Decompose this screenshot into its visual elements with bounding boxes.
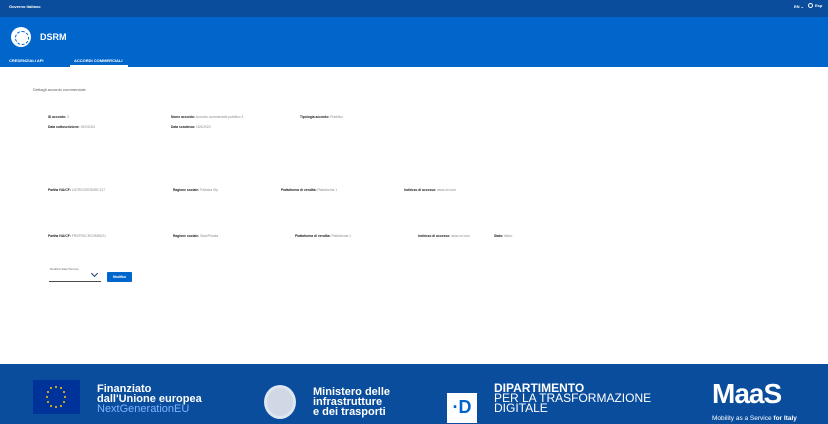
modify-button-label: Modifica — [113, 275, 126, 279]
party-2-access: Indirizzo di accesso: www.url.com — [418, 234, 470, 238]
agreement-name-label: Nome accordo: — [171, 115, 195, 119]
party-1-vat-value: LNTRDCREDMRC217 — [71, 188, 106, 192]
party-2-vat: Partita IVA/CF: FRNTRDCRCHMBG21 — [48, 234, 106, 238]
agreement-type-label: Tipologia accordo: — [300, 115, 330, 119]
agreement-type: Tipologia accordo: Pubblico — [300, 115, 343, 119]
app-title[interactable]: DSRM — [40, 32, 67, 42]
page: Governo Italiano EN ⌄ Esp DSRM CREDENZIA… — [0, 0, 828, 424]
ministry-line-3: e dei trasporti — [313, 406, 386, 418]
party-2-status-label: Stato: — [494, 234, 504, 238]
department-label: DIPARTIMENTO PER LA TRASFORMAZIONE DIGIT… — [494, 382, 651, 414]
maas-tagline: Mobility as a Service for Italy — [712, 415, 797, 422]
agreement-id-label: ID accordo: — [48, 115, 67, 119]
agreement-name: Nome accordo: Accordo commerciale pubbli… — [171, 115, 243, 119]
party-1-company-label: Ragione sociale: — [173, 188, 200, 192]
party-1-vat: Partita IVA/CF: LNTRDCREDMRC217 — [48, 188, 105, 192]
party-1-company: Ragione sociale: Palestra Sty — [173, 188, 218, 192]
party-2-company-label: Ragione sociale: — [173, 234, 200, 238]
agreement-name-value: Accordo commerciale pubblico 3 — [195, 115, 244, 119]
agreement-type-value: Pubblico — [330, 115, 344, 119]
party-2-company: Ragione sociale: StarkPrivata — [173, 234, 218, 238]
ministry-label: Ministero delle infrastrutture e dei tra… — [313, 387, 390, 418]
party-1-access: Indirizzo di accesso: www.url.com — [404, 188, 456, 192]
party-2-platform-label: Piattaforma di vendita: — [295, 234, 331, 238]
signing-date-value: 19/2/2024 — [80, 125, 96, 129]
expiry-date: Data scadenza: 15/4/2024 — [171, 125, 211, 129]
party-2-access-label: Indirizzo di accesso: — [418, 234, 451, 238]
tab-commercial-agreements[interactable]: ACCORDI COMMERCIALI — [74, 58, 122, 63]
eu-flag-icon — [33, 380, 80, 414]
party-1-platform-label: Piattaforma di vendita: — [281, 188, 317, 192]
republic-emblem-icon — [11, 27, 31, 47]
republic-emblem-icon — [264, 385, 296, 419]
party-1-company-value: Palestra Sty — [200, 188, 218, 192]
agreement-id: ID accordo: 3 — [48, 115, 69, 119]
footer: Finanziato dall'Unione europea NextGener… — [0, 364, 828, 424]
party-1-platform: Piattaforma di vendita: Piattaforma 1 — [281, 188, 337, 192]
party-1-vat-label: Partita IVA/CF: — [48, 188, 71, 192]
digital-department-logo: ·D — [447, 393, 477, 423]
maas-tagline-b: for Italy — [773, 415, 797, 422]
d-letter: ·D — [452, 397, 472, 417]
signing-date-label: Data sottoscrizione: — [48, 125, 80, 129]
modify-button[interactable]: Modifica — [107, 272, 132, 282]
expiry-date-label: Data scadenza: — [171, 125, 196, 129]
party-1-platform-value: Piattaforma 1 — [317, 188, 338, 192]
active-tab-indicator — [70, 65, 128, 67]
party-2-status-value: Attivo — [504, 234, 513, 238]
eu-line-3: NextGenerationEU — [97, 403, 190, 415]
user-icon[interactable] — [808, 3, 813, 8]
header: DSRM CREDENZIALI API ACCORDI COMMERCIALI — [0, 17, 828, 67]
user-menu[interactable]: Esp — [815, 3, 822, 8]
party-1-access-label: Indirizzo di accesso: — [404, 188, 437, 192]
party-2-status: Stato: Attivo — [494, 234, 512, 238]
main-nav: CREDENZIALI API ACCORDI COMMERCIALI — [0, 55, 400, 67]
agreement-id-value: 3 — [67, 115, 69, 119]
top-bar: Governo Italiano EN ⌄ Esp — [0, 0, 828, 17]
tab-api-credentials[interactable]: CREDENZIALI API — [9, 58, 44, 63]
chevron-down-icon[interactable] — [90, 269, 99, 278]
eu-funding-label: Finanziato dall'Unione europea NextGener… — [97, 384, 202, 415]
government-link[interactable]: Governo Italiano — [9, 4, 41, 9]
maas-tagline-a: Mobility as a Service — [712, 415, 774, 422]
language-selector[interactable]: EN ⌄ — [794, 4, 804, 9]
maas-logo: MaaS — [712, 378, 782, 409]
party-2-vat-label: Partita IVA/CF: — [48, 234, 71, 238]
party-2-company-value: StarkPrivata — [200, 234, 219, 238]
party-2-platform: Piattaforma di vendita: Piattaforma 1 — [295, 234, 351, 238]
party-2-access-value: www.url.com — [451, 234, 470, 238]
party-2-platform-value: Piattaforma 1 — [331, 234, 352, 238]
expiry-date-value: 15/4/2024 — [195, 125, 211, 129]
party-1-access-value: www.url.com — [437, 188, 456, 192]
signing-date: Data sottoscrizione: 19/2/2024 — [48, 125, 95, 129]
page-title: Dettagli accordo commerciale — [33, 87, 86, 92]
status-select-label: Modifica Stato/Termina — [50, 267, 79, 271]
party-2-vat-value: FRNTRDCRCHMBG21 — [71, 234, 107, 238]
status-select[interactable]: Modifica Stato/Termina — [49, 266, 101, 282]
